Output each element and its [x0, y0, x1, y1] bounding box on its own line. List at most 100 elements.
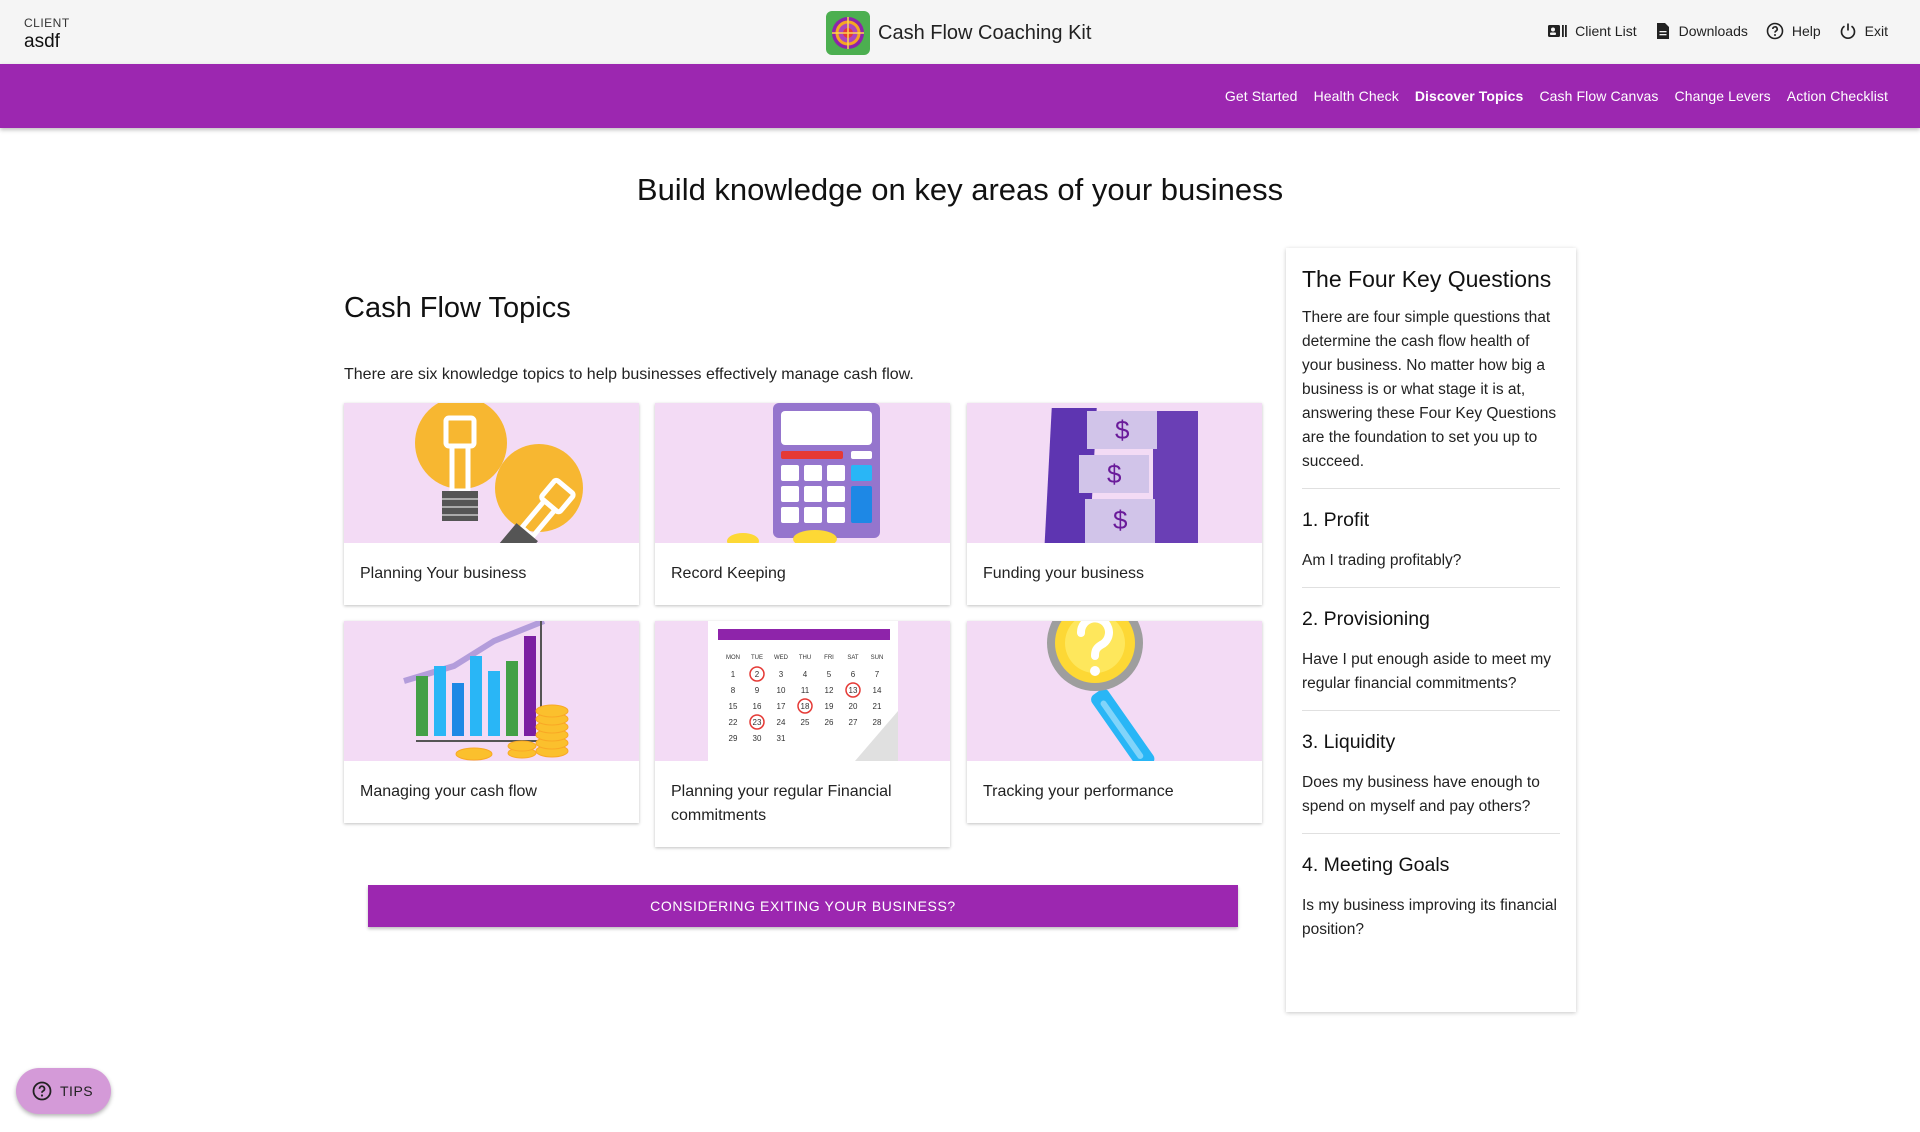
bar-chart-coins-illustration [344, 621, 639, 761]
calendar-day-label: SAT [847, 655, 859, 661]
lightbulbs-illustration [344, 403, 639, 543]
client-list-label: Client List [1575, 23, 1637, 39]
calendar-date: 30 [753, 734, 762, 743]
calendar-date: 24 [777, 718, 786, 727]
topic-card-label: Funding your business [983, 565, 1144, 582]
svg-text:$: $ [1107, 459, 1122, 489]
calendar-date: 14 [873, 686, 882, 695]
exit-label: Exit [1864, 23, 1888, 39]
topic-card-funding[interactable]: $ $ $ Funding your business [967, 403, 1262, 605]
calendar-date: 7 [875, 670, 880, 679]
calendar-day-label: THU [799, 655, 811, 661]
panel-intro: There are four simple questions that det… [1302, 309, 1557, 470]
svg-text:$: $ [1113, 505, 1128, 535]
document-icon [1656, 23, 1669, 39]
tips-button[interactable]: TIPS [16, 1068, 111, 1114]
topic-card-planning[interactable]: Planning Your business [344, 403, 639, 605]
client-name: asdf [24, 31, 60, 52]
calendar-date: 23 [753, 718, 762, 727]
calendar-date: 19 [825, 702, 834, 711]
nav-items: Get Started Health Check Discover Topics… [1209, 64, 1888, 128]
tips-label: TIPS [60, 1083, 94, 1099]
topics-title: Cash Flow Topics [344, 292, 571, 324]
exit-button[interactable]: Exit [1839, 22, 1888, 40]
help-icon [1766, 22, 1784, 40]
client-label: CLIENT [24, 16, 70, 30]
question-text: Does my business have enough to spend on… [1302, 774, 1540, 815]
calendar-date: 9 [755, 686, 760, 695]
question-profit: 1. Profit Am I trading profitably? [1302, 488, 1560, 573]
calendar-date: 12 [825, 686, 834, 695]
calendar-date: 5 [827, 670, 832, 679]
calendar-illustration: MON TUE WED THU FRI SAT SUN 1 2 3 4 5 6 7 8 9 10 11 12 13 14… [655, 621, 950, 761]
topic-card-label: Tracking your performance [983, 783, 1174, 800]
app-logo-icon [826, 11, 870, 55]
calendar-date: 17 [777, 702, 786, 711]
downloads-button[interactable]: Downloads [1655, 22, 1748, 40]
money-stacks-illustration: $ $ $ [967, 403, 1262, 543]
calendar-day-label: TUE [751, 655, 763, 661]
topic-card-tracking[interactable]: Tracking your performance [967, 621, 1262, 823]
question-text: Have I put enough aside to meet my regul… [1302, 651, 1552, 692]
nav-item-discover-topics[interactable]: Discover Topics [1415, 88, 1524, 104]
top-actions: Client List Downloads Help Exit [1529, 22, 1888, 40]
calendar-date: 13 [849, 686, 858, 695]
calendar-date: 28 [873, 718, 882, 727]
topic-card-cash-flow[interactable]: Managing your cash flow [344, 621, 639, 823]
calendar-day-label: WED [774, 655, 789, 661]
nav-item-get-started[interactable]: Get Started [1225, 88, 1298, 104]
magnifier-illustration [967, 621, 1262, 761]
calendar-date: 11 [801, 686, 810, 695]
calendar-date: 2 [755, 670, 760, 679]
question-text: Am I trading profitably? [1302, 552, 1462, 569]
power-icon [1840, 23, 1855, 40]
topic-card-commitments[interactable]: MON TUE WED THU FRI SAT SUN 1 2 3 4 5 6 7 8 9 10 11 12 13 14… [655, 621, 950, 847]
calendar-date: 3 [779, 670, 784, 679]
brand: Cash Flow Coaching Kit [826, 11, 1091, 55]
calendar-day-label: SUN [871, 655, 884, 661]
help-button[interactable]: Help [1766, 22, 1821, 40]
four-key-questions-panel: The Four Key Questions There are four si… [1286, 248, 1576, 1012]
topic-card-label: Planning your regular Financial commitme… [671, 783, 892, 824]
client-list-button[interactable]: Client List [1547, 23, 1637, 39]
nav-item-health-check[interactable]: Health Check [1314, 88, 1399, 104]
question-title: 1. Profit [1302, 509, 1370, 531]
question-provisioning: 2. Provisioning Have I put enough aside … [1302, 587, 1560, 696]
calendar-date: 10 [777, 686, 786, 695]
panel-title: The Four Key Questions [1302, 266, 1552, 292]
calendar-date: 22 [729, 718, 738, 727]
client-list-icon [1548, 25, 1567, 37]
calendar-date: 16 [753, 702, 762, 711]
question-title: 4. Meeting Goals [1302, 854, 1450, 876]
calendar-date: 20 [849, 702, 858, 711]
exiting-business-button[interactable]: CONSIDERING EXITING YOUR BUSINESS? [368, 885, 1238, 927]
top-header: CLIENT asdf Cash Flow Coaching Kit Clien… [0, 0, 1920, 64]
help-icon [32, 1081, 52, 1101]
question-liquidity: 3. Liquidity Does my business have enoug… [1302, 710, 1560, 819]
calendar-date: 6 [851, 670, 856, 679]
calendar-date: 27 [849, 718, 858, 727]
nav-item-change-levers[interactable]: Change Levers [1675, 88, 1771, 104]
page-heading: Build knowledge on key areas of your bus… [636, 172, 1284, 207]
calendar-date: 15 [729, 702, 738, 711]
client-info: CLIENT asdf [24, 16, 70, 53]
calendar-date: 26 [825, 718, 834, 727]
help-label: Help [1791, 23, 1821, 39]
question-meeting-goals: 4. Meeting Goals Is my business improvin… [1302, 833, 1560, 942]
calendar-date: 18 [801, 702, 810, 711]
calendar-date: 21 [873, 702, 882, 711]
topic-card-label: Record Keeping [671, 565, 786, 582]
svg-text:$: $ [1115, 415, 1130, 445]
topics-intro: There are six knowledge topics to help b… [344, 366, 914, 383]
topic-card-label: Planning Your business [360, 565, 527, 582]
calendar-date: 29 [729, 734, 738, 743]
calendar-day-label: FRI [824, 655, 834, 661]
question-text: Is my business improving its financial p… [1302, 897, 1557, 938]
nav-item-action-checklist[interactable]: Action Checklist [1787, 88, 1888, 104]
question-title: 3. Liquidity [1302, 731, 1396, 753]
calendar-date: 1 [731, 670, 736, 679]
calendar-date: 25 [801, 718, 810, 727]
calendar-date: 31 [777, 734, 786, 743]
nav-item-cash-flow-canvas[interactable]: Cash Flow Canvas [1539, 88, 1658, 104]
topic-card-record-keeping[interactable]: Record Keeping [655, 403, 950, 605]
